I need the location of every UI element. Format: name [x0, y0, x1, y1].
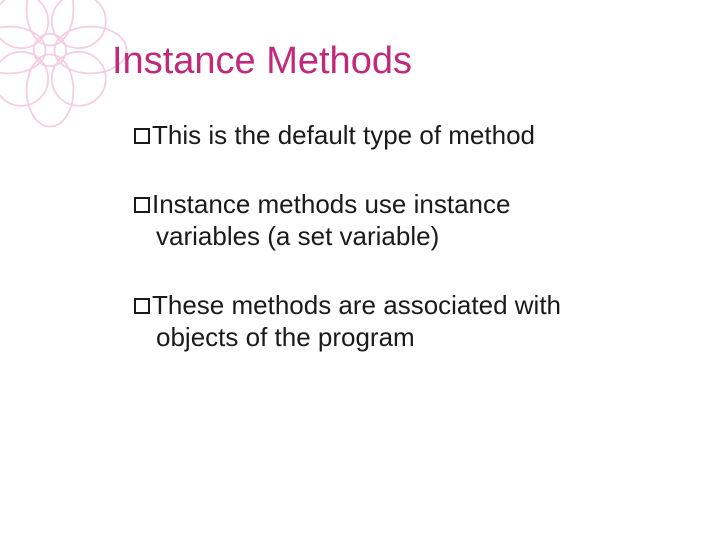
checkbox-icon [134, 128, 150, 144]
bullet-text: These methods are associated with [152, 290, 561, 320]
bullet-item: Instance methods use instance variables … [134, 188, 660, 253]
bullet-text: This is the default type of method [152, 120, 535, 150]
slide-content: Instance Methods This is the default typ… [0, 0, 720, 540]
slide-title: Instance Methods [112, 40, 660, 83]
checkbox-icon [134, 298, 150, 314]
bullet-continuation: objects of the program [134, 321, 660, 354]
bullet-list: This is the default type of method Insta… [120, 119, 660, 354]
bullet-item: These methods are associated with object… [134, 289, 660, 354]
bullet-continuation: variables (a set variable) [134, 220, 660, 253]
bullet-item: This is the default type of method [134, 119, 660, 152]
checkbox-icon [134, 197, 150, 213]
bullet-text: Instance methods use instance [152, 189, 510, 219]
